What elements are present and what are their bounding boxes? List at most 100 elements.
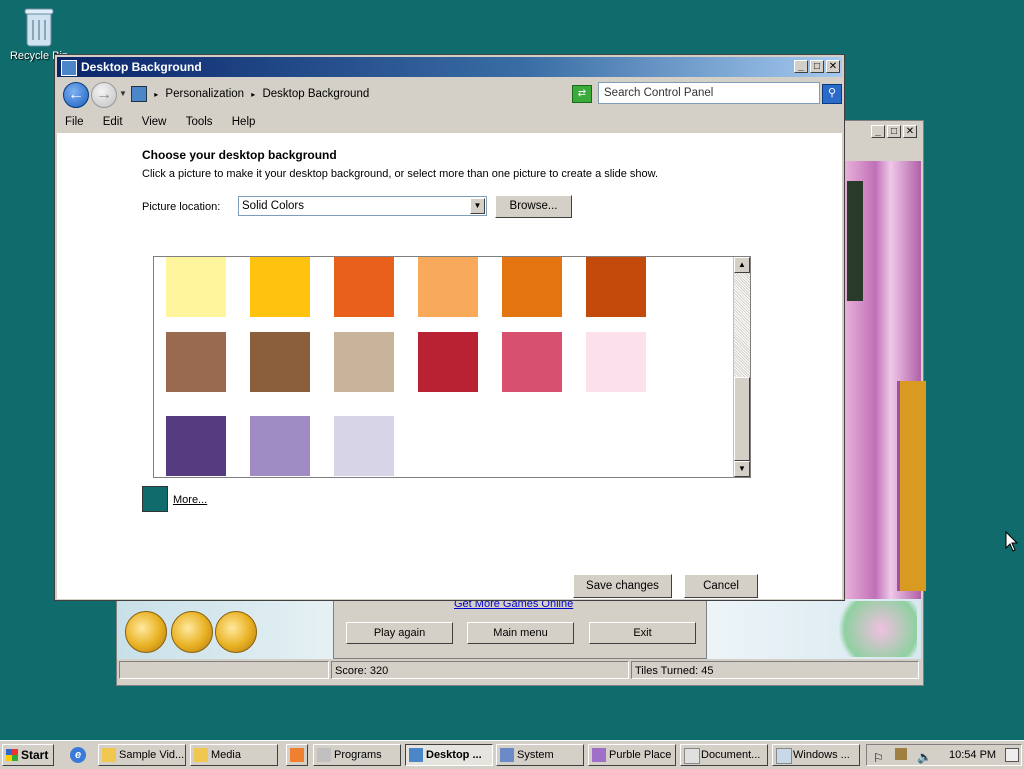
more-color-swatch[interactable]	[142, 486, 168, 512]
windows-logo-icon	[6, 749, 18, 761]
taskbar-item-purble-place[interactable]: Purble Place	[588, 744, 676, 766]
picture-location-value: Solid Colors	[242, 200, 304, 212]
forward-arrow-icon[interactable]: →	[91, 82, 117, 108]
network-icon[interactable]	[895, 748, 907, 760]
taskbar-item-label: Sample Vid...	[119, 749, 185, 761]
color-gallery: ▲ ▼	[153, 256, 751, 478]
system-tray: ⚐ 🔈 10:54 PM	[866, 744, 1022, 766]
recent-pages-dropdown-icon[interactable]: ▼	[119, 89, 127, 98]
taskbar-item-windows[interactable]: Windows ...	[772, 744, 860, 766]
address-bar[interactable]: ▸ Personalization ▸ Desktop Background ▼	[131, 83, 581, 105]
folder-icon	[102, 748, 116, 762]
color-swatch[interactable]	[586, 332, 646, 392]
maximize-icon[interactable]: □	[810, 60, 824, 73]
taskbar-item-desktop-background[interactable]: Desktop ...	[405, 744, 493, 766]
window-title: Desktop Background	[81, 60, 202, 74]
purble-place-icon	[592, 748, 606, 762]
desktop-background-window[interactable]: Desktop Background _ □ ✕ ← → ▼ ▸ Persona…	[54, 54, 845, 601]
control-panel-icon	[131, 85, 147, 102]
color-swatch[interactable]	[250, 257, 310, 317]
color-swatch[interactable]	[502, 257, 562, 317]
search-input[interactable]: Search Control Panel	[598, 82, 820, 104]
coin-icon	[171, 611, 213, 653]
back-arrow-icon[interactable]: ←	[63, 82, 89, 108]
purble-place-logo	[827, 601, 917, 657]
taskbar-item-sample-videos[interactable]: Sample Vid...	[98, 744, 186, 766]
menu-file[interactable]: File	[65, 116, 84, 128]
game-scene-window	[847, 181, 863, 301]
color-swatch[interactable]	[250, 416, 310, 476]
breadcrumb-desktop-background[interactable]: Desktop Background	[262, 88, 369, 100]
save-changes-button[interactable]: Save changes	[573, 574, 672, 598]
search-icon[interactable]: ⚲	[822, 84, 842, 104]
browse-button[interactable]: Browse...	[495, 195, 572, 218]
gallery-scrollbar[interactable]: ▲ ▼	[733, 257, 750, 477]
start-button[interactable]: Start	[2, 744, 54, 766]
color-swatch[interactable]	[166, 257, 226, 317]
taskbar-item-label: Purble Place	[609, 749, 672, 761]
page-description: Click a picture to make it your desktop …	[142, 168, 659, 180]
color-swatch[interactable]	[502, 332, 562, 392]
scroll-down-icon[interactable]: ▼	[734, 461, 750, 477]
menu-bar: File Edit View Tools Help	[57, 113, 842, 131]
content-area: Choose your desktop background Click a p…	[57, 133, 842, 599]
taskbar-item-media-player[interactable]	[286, 744, 308, 766]
tiles-turned-text: Tiles Turned: 45	[631, 661, 919, 679]
internet-explorer-icon[interactable]: e	[70, 747, 86, 763]
color-swatch[interactable]	[418, 332, 478, 392]
game-over-panel: Get More Games Online Play again Main me…	[333, 598, 707, 659]
taskbar-item-programs[interactable]: Programs	[313, 744, 401, 766]
taskbar-item-documents[interactable]: Document...	[680, 744, 768, 766]
color-swatch[interactable]	[250, 332, 310, 392]
recycle-bin-icon	[22, 6, 56, 48]
close-icon[interactable]: ✕	[903, 125, 917, 138]
color-swatch[interactable]	[166, 332, 226, 392]
game-scene-door	[897, 381, 926, 591]
window-icon	[776, 748, 792, 764]
main-menu-button[interactable]: Main menu	[467, 622, 574, 644]
flag-icon[interactable]: ⚐	[873, 748, 884, 768]
breadcrumb-chevron-icon: ▸	[154, 90, 159, 99]
exit-button[interactable]: Exit	[589, 622, 696, 644]
cancel-button[interactable]: Cancel	[684, 574, 758, 598]
programs-icon	[317, 748, 331, 762]
menu-tools[interactable]: Tools	[186, 116, 213, 128]
color-swatch[interactable]	[334, 332, 394, 392]
show-desktop-icon[interactable]	[1005, 748, 1019, 762]
taskbar-item-system[interactable]: System	[496, 744, 584, 766]
color-swatch[interactable]	[166, 416, 226, 476]
minimize-icon[interactable]: _	[871, 125, 885, 138]
play-again-button[interactable]: Play again	[346, 622, 453, 644]
picture-location-select[interactable]: Solid Colors ▼	[238, 196, 487, 216]
picture-location-label: Picture location:	[142, 201, 221, 213]
coin-icon	[125, 611, 167, 653]
game-status-bar: Score: 320 Tiles Turned: 45	[119, 661, 919, 681]
volume-muted-icon[interactable]: 🔈	[917, 747, 932, 767]
address-bar-row: ← → ▼ ▸ Personalization ▸ Desktop Backgr…	[57, 79, 842, 111]
menu-edit[interactable]: Edit	[103, 116, 123, 128]
taskbar-item-label: System	[517, 749, 554, 761]
chevron-down-icon[interactable]: ▼	[470, 198, 485, 214]
menu-help[interactable]: Help	[232, 116, 256, 128]
color-swatch[interactable]	[334, 257, 394, 317]
breadcrumb-personalization[interactable]: Personalization	[165, 88, 244, 100]
control-panel-icon	[409, 748, 423, 762]
refresh-icon[interactable]: ⇄	[572, 85, 592, 103]
system-icon	[500, 748, 514, 762]
scroll-up-icon[interactable]: ▲	[734, 257, 750, 273]
taskbar-item-media[interactable]: Media	[190, 744, 278, 766]
minimize-icon[interactable]: _	[794, 60, 808, 73]
clock[interactable]: 10:54 PM	[949, 745, 996, 765]
color-swatch[interactable]	[586, 257, 646, 317]
more-colors-link[interactable]: More...	[173, 494, 207, 506]
document-icon	[684, 748, 700, 764]
scroll-thumb[interactable]	[734, 377, 750, 461]
color-swatch[interactable]	[418, 257, 478, 317]
menu-view[interactable]: View	[142, 116, 167, 128]
taskbar-item-label: Programs	[334, 749, 382, 761]
taskbar-item-label: Windows ...	[793, 749, 850, 761]
color-swatch[interactable]	[334, 416, 394, 476]
maximize-icon[interactable]: □	[887, 125, 901, 138]
close-icon[interactable]: ✕	[826, 60, 840, 73]
taskbar: Start e Sample Vid... Media Programs Des…	[0, 740, 1024, 769]
